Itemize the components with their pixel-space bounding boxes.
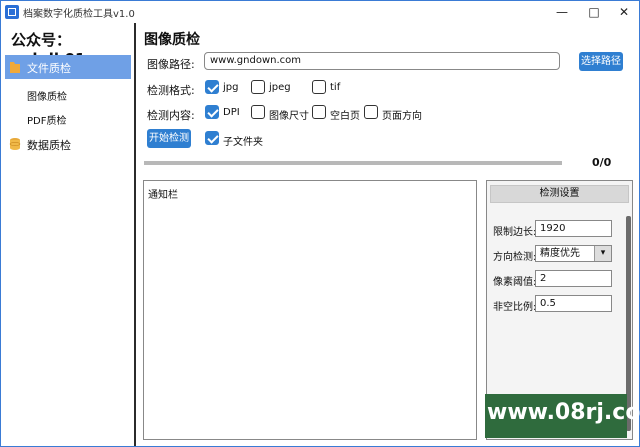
tif-checkbox[interactable] (312, 80, 326, 94)
watermark-text: www.08rj.com (487, 400, 640, 425)
jpeg-label: jpeg (269, 82, 291, 93)
app-icon (5, 5, 19, 19)
page-title: 图像质检 (144, 32, 200, 48)
progress-bar (144, 161, 562, 165)
nonblank-ratio-label: 非空比例: (493, 302, 537, 313)
sidebar-item-label: 数据质检 (27, 139, 71, 152)
max-edge-label: 限制边长: (493, 227, 537, 238)
dpi-label: DPI (223, 107, 240, 118)
maximize-button[interactable]: □ (579, 1, 609, 23)
database-icon (9, 138, 21, 150)
image-size-checkbox[interactable] (251, 105, 265, 119)
main-panel: 图像质检 图像路径: www.gndown.com 选择路径 检测格式: jpg… (137, 23, 639, 446)
close-button[interactable]: ✕ (609, 1, 639, 23)
folder-icon (10, 62, 20, 73)
orientation-mode-label: 方向检测: (493, 252, 537, 263)
jpeg-checkbox[interactable] (251, 80, 265, 94)
sidebar: 公众号：gnhdb01 文件质检 图像质检 PDF质检 数据质检 (1, 23, 136, 446)
page-orientation-checkbox[interactable] (364, 105, 378, 119)
sidebar-item-data-check[interactable]: 数据质检 (5, 132, 131, 156)
path-label: 图像路径: (147, 58, 195, 71)
subfolder-checkbox[interactable] (205, 131, 219, 145)
choose-path-button[interactable]: 选择路径 (579, 52, 623, 71)
orientation-mode-value: 精度优先 (540, 248, 580, 259)
progress-count: 0/0 (592, 156, 612, 169)
sidebar-item-file-check[interactable]: 文件质检 (5, 55, 131, 79)
jpg-checkbox[interactable] (205, 80, 219, 94)
sidebar-item-image-check[interactable]: 图像质检 (27, 88, 67, 103)
settings-header-button[interactable]: 检测设置 (490, 185, 629, 203)
notice-area: 通知栏 (143, 180, 477, 440)
blank-page-checkbox[interactable] (312, 105, 326, 119)
title-bar: 档案数字化质检工具v1.0 — □ ✕ (1, 1, 639, 23)
tif-label: tif (330, 82, 341, 93)
chevron-down-icon[interactable]: ▾ (594, 246, 611, 261)
dpi-checkbox[interactable] (205, 105, 219, 119)
app-window: 档案数字化质检工具v1.0 — □ ✕ 公众号：gnhdb01 文件质检 图像质… (0, 0, 640, 447)
pixel-threshold-input[interactable]: 2 (535, 270, 612, 287)
format-label: 检测格式: (147, 84, 195, 97)
image-size-label: 图像尺寸 (269, 111, 309, 122)
blank-page-label: 空白页 (330, 111, 360, 122)
nonblank-ratio-input[interactable]: 0.5 (535, 295, 612, 312)
sidebar-item-pdf-check[interactable]: PDF质检 (27, 112, 66, 127)
minimize-button[interactable]: — (547, 1, 577, 23)
watermark-logo: www.08rj.com (485, 394, 640, 438)
path-input[interactable]: www.gndown.com (204, 52, 560, 70)
pixel-threshold-label: 像素阈值: (493, 277, 537, 288)
window-title: 档案数字化质检工具v1.0 (23, 9, 135, 20)
orientation-mode-select[interactable]: 精度优先 ▾ (535, 245, 612, 262)
notice-title: 通知栏 (148, 190, 178, 201)
max-edge-input[interactable]: 1920 (535, 220, 612, 237)
subfolder-label: 子文件夹 (223, 137, 263, 148)
start-check-button[interactable]: 开始检测 (147, 129, 191, 148)
sidebar-item-label: 文件质检 (27, 62, 71, 75)
page-orientation-label: 页面方向 (382, 111, 422, 122)
jpg-label: jpg (223, 82, 239, 93)
content-label: 检测内容: (147, 109, 195, 122)
